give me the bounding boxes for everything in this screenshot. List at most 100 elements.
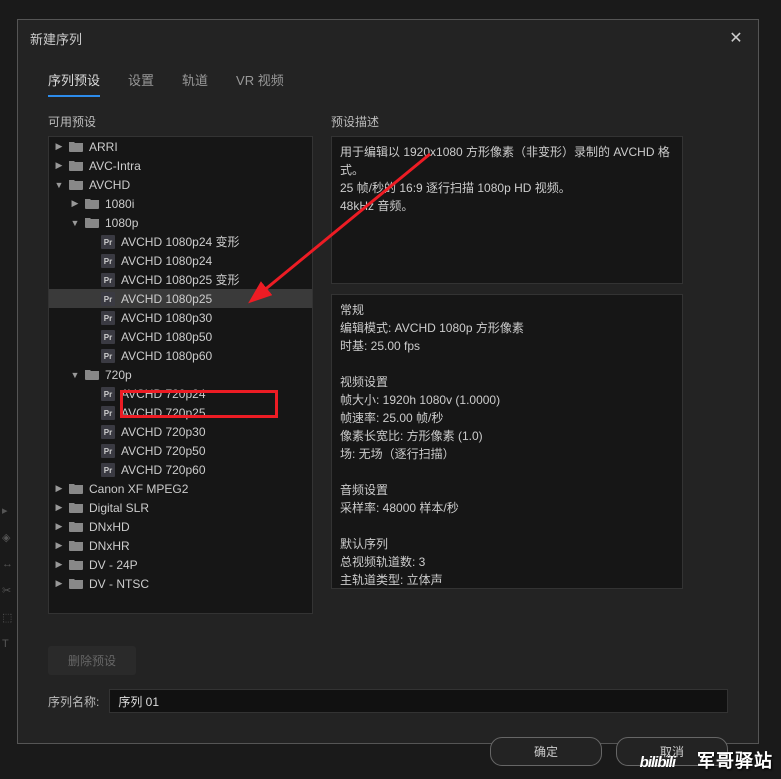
preset-icon: Pr: [101, 349, 117, 363]
folder-icon: [69, 482, 85, 496]
preset-icon: Pr: [101, 330, 117, 344]
folder-icon: [85, 368, 101, 382]
svg-text:Pr: Pr: [104, 276, 112, 285]
preset-icon: Pr: [101, 235, 117, 249]
tree-folder[interactable]: ▶ Canon XF MPEG2: [49, 479, 312, 498]
sequence-name-label: 序列名称:: [48, 693, 99, 710]
preset-icon: Pr: [101, 425, 117, 439]
tree-folder[interactable]: ▶ DNxHR: [49, 536, 312, 555]
tree-preset[interactable]: Pr AVCHD 720p30: [49, 422, 312, 441]
tab-3[interactable]: VR 视频: [236, 64, 284, 97]
tree-preset[interactable]: Pr AVCHD 1080p60: [49, 346, 312, 365]
svg-text:Pr: Pr: [104, 238, 112, 247]
app-sidebar-icons: ▸◈↔✂⬚T: [2, 490, 16, 664]
tab-bar: 序列预设设置轨道 VR 视频: [18, 56, 758, 97]
svg-text:Pr: Pr: [104, 390, 112, 399]
tree-item-label: AVCHD 1080p24 变形: [121, 233, 240, 250]
svg-text:Pr: Pr: [104, 447, 112, 456]
chevron-icon: ▶: [53, 540, 65, 551]
folder-icon: [69, 501, 85, 515]
titlebar: 新建序列 ✕: [18, 20, 758, 56]
tree-preset[interactable]: Pr AVCHD 1080p24: [49, 251, 312, 270]
tree-preset[interactable]: Pr AVCHD 1080p24 变形: [49, 232, 312, 251]
tree-item-label: Canon XF MPEG2: [89, 482, 188, 496]
tree-item-label: AVCHD 720p25: [121, 406, 206, 420]
svg-text:Pr: Pr: [104, 352, 112, 361]
tab-2[interactable]: 轨道: [182, 64, 208, 97]
tree-folder[interactable]: ▶AVC-Intra: [49, 156, 312, 175]
svg-text:Pr: Pr: [104, 409, 112, 418]
tree-item-label: AVCHD 720p24: [121, 387, 206, 401]
tree-preset[interactable]: Pr AVCHD 1080p25: [49, 289, 312, 308]
tree-item-label: AVCHD 720p60: [121, 463, 206, 477]
preset-tree[interactable]: ▶ARRI▶AVC-Intra▼AVCHD▶1080i▼1080pPrAVCHD…: [48, 136, 313, 614]
tree-folder[interactable]: ▶ DNxHD: [49, 517, 312, 536]
preset-icon: Pr: [101, 273, 117, 287]
dialog-title: 新建序列: [30, 29, 82, 48]
preset-icon: Pr: [101, 387, 117, 401]
chevron-icon: ▼: [53, 180, 65, 190]
tree-preset[interactable]: PrAVCHD 1080p25 变形: [49, 270, 312, 289]
svg-text:Pr: Pr: [104, 428, 112, 437]
tree-preset[interactable]: Pr AVCHD 1080p50: [49, 327, 312, 346]
tree-folder[interactable]: ▼720p: [49, 365, 312, 384]
tree-folder[interactable]: ▶DV - NTSC: [49, 574, 312, 593]
tree-folder[interactable]: ▶Digital SLR: [49, 498, 312, 517]
svg-text:Pr: Pr: [104, 314, 112, 323]
ok-button[interactable]: 确定: [490, 737, 602, 766]
tab-1[interactable]: 设置: [128, 64, 154, 97]
tree-item-label: 1080p: [105, 216, 138, 230]
new-sequence-dialog: 新建序列 ✕ 序列预设设置轨道VR 视频 可用预设 ▶ARRI▶AVC-Intr…: [17, 19, 759, 744]
tree-preset[interactable]: PrAVCHD 720p50: [49, 441, 312, 460]
tree-folder[interactable]: ▼ 1080p: [49, 213, 312, 232]
chevron-icon: ▶: [53, 578, 65, 589]
folder-icon: [85, 197, 101, 211]
svg-text:Pr: Pr: [104, 257, 112, 266]
tree-folder[interactable]: ▶1080i: [49, 194, 312, 213]
tree-item-label: ARRI: [89, 140, 118, 154]
chevron-icon: ▶: [53, 521, 65, 532]
folder-icon: [69, 520, 85, 534]
tree-preset[interactable]: Pr AVCHD 720p60: [49, 460, 312, 479]
svg-text:Pr: Pr: [104, 295, 112, 304]
tree-item-label: DV - 24P: [89, 558, 138, 572]
svg-text:Pr: Pr: [104, 333, 112, 342]
chevron-icon: ▶: [53, 483, 65, 494]
chevron-icon: ▶: [53, 160, 65, 171]
preset-icon: Pr: [101, 292, 117, 306]
tree-preset[interactable]: Pr AVCHD 720p24: [49, 384, 312, 403]
tree-folder[interactable]: ▶DV - 24P: [49, 555, 312, 574]
tree-folder[interactable]: ▶ARRI: [49, 137, 312, 156]
sequence-name-input[interactable]: [109, 689, 728, 713]
folder-icon: [69, 539, 85, 553]
preset-icon: Pr: [101, 444, 117, 458]
folder-icon: [85, 216, 101, 230]
tree-item-label: Digital SLR: [89, 501, 149, 515]
close-icon[interactable]: ✕: [726, 28, 746, 48]
tree-item-label: AVCHD 720p30: [121, 425, 206, 439]
tree-item-label: AVCHD 1080p50: [121, 330, 212, 344]
preset-settings: 常规编辑模式: AVCHD 1080p 方形像素时基: 25.00 fps视频设…: [331, 294, 683, 589]
folder-icon: [69, 558, 85, 572]
tree-item-label: AVCHD 1080p25: [121, 292, 212, 306]
chevron-icon: ▼: [69, 370, 81, 380]
preset-icon: Pr: [101, 463, 117, 477]
chevron-icon: ▶: [69, 198, 81, 209]
folder-icon: [69, 159, 85, 173]
tree-item-label: DNxHR: [89, 539, 130, 553]
tree-item-label: AVCHD 1080p30: [121, 311, 212, 325]
tree-folder[interactable]: ▼ AVCHD: [49, 175, 312, 194]
tab-0[interactable]: 序列预设: [48, 64, 100, 97]
tree-item-label: AVCHD: [89, 178, 130, 192]
watermark-text: 军哥驿站: [697, 747, 773, 773]
tree-preset[interactable]: Pr AVCHD 1080p30: [49, 308, 312, 327]
tree-item-label: AVCHD 1080p60: [121, 349, 212, 363]
tree-item-label: AVCHD 1080p24: [121, 254, 212, 268]
chevron-icon: ▼: [69, 218, 81, 228]
preset-description: 用于编辑以 1920x1080 方形像素（非变形）录制的 AVCHD 格式。25…: [331, 136, 683, 284]
tree-preset[interactable]: Pr AVCHD 720p25: [49, 403, 312, 422]
tree-item-label: DNxHD: [89, 520, 130, 534]
description-label: 预设描述: [331, 113, 683, 130]
folder-icon: [69, 178, 85, 192]
bilibili-logo: bilibili: [640, 754, 675, 771]
